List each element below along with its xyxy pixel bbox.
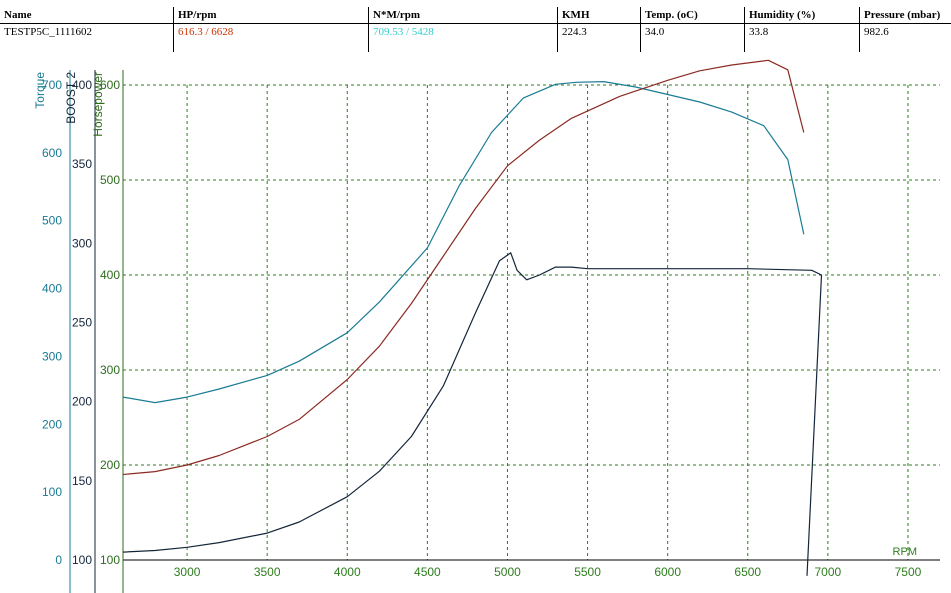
y-tick-label: 100 (72, 553, 92, 567)
series-line-0 (122, 80, 805, 404)
x-tick-label: 6000 (654, 565, 681, 579)
y-axis-title: BOOST 2 (64, 72, 78, 124)
x-tick-label: 5500 (574, 565, 601, 579)
y-tick-label: 300 (100, 363, 120, 377)
series-line-1 (122, 252, 823, 576)
x-tick-label: 7000 (815, 565, 842, 579)
x-tick-label: 3000 (174, 565, 201, 579)
y-tick-label: 100 (100, 553, 120, 567)
x-tick-label: 6500 (734, 565, 761, 579)
x-tick-label: 3500 (254, 565, 281, 579)
y-tick-label: 100 (42, 485, 62, 499)
x-axis-label: RPM (893, 546, 917, 558)
y-tick-label: 200 (72, 395, 92, 409)
y-tick-label: 400 (100, 268, 120, 282)
dyno-chart: 3000 3500 4000 4500 5000 5500 6000 6500 7000 7500… (33, 59, 940, 593)
y-tick-label: 200 (42, 417, 62, 431)
y-tick-label: 150 (72, 474, 92, 488)
y-tick-label: 400 (42, 282, 62, 296)
y-tick-label: 350 (72, 157, 92, 171)
x-tick-label: 5000 (494, 565, 521, 579)
y-tick-label: 500 (100, 173, 120, 187)
y-tick-label: 250 (72, 316, 92, 330)
y-tick-label: 200 (100, 458, 120, 472)
y-tick-label: 300 (72, 236, 92, 250)
y-tick-label: 500 (42, 214, 62, 228)
y-tick-label: 300 (42, 349, 62, 363)
series-line-2 (122, 59, 805, 476)
y-tick-label: 600 (42, 146, 62, 160)
y-axis-title: Horsepower (91, 72, 105, 137)
y-tick-label: 0 (55, 553, 62, 567)
x-tick-label: 4000 (334, 565, 361, 579)
y-axis-title: Torque (33, 72, 47, 109)
x-tick-label: 4500 (414, 565, 441, 579)
x-tick-label: 7500 (895, 565, 922, 579)
